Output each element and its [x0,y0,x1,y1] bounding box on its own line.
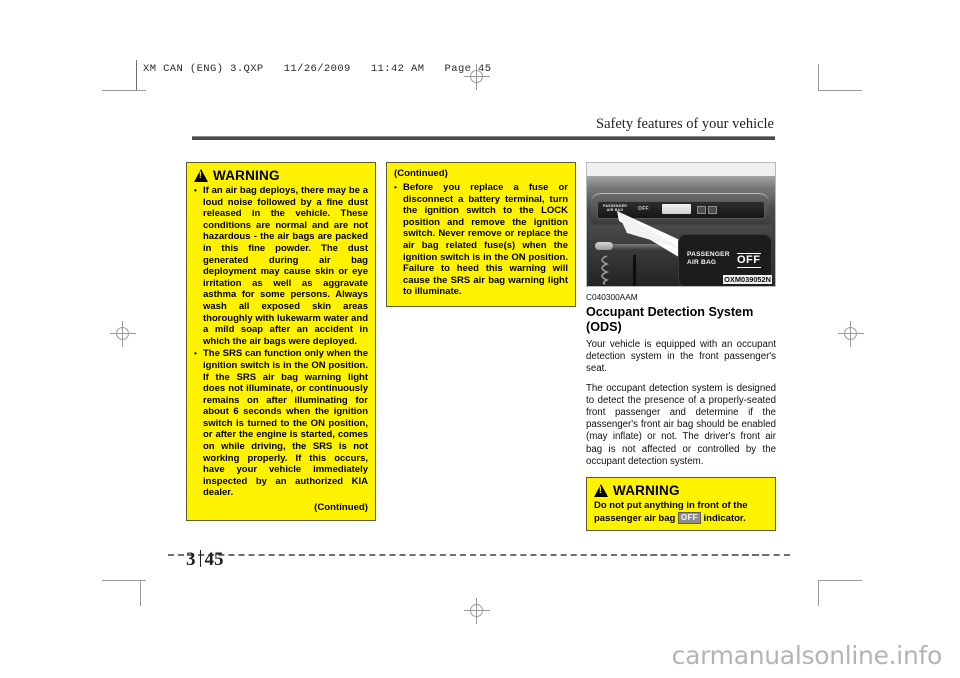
callout-label: PASSENGER AIR BAG [687,251,730,267]
corner-rule-br-h [818,580,862,581]
column-middle: (Continued) Before you replace a fuse or… [386,162,576,307]
warning-item: If an air bag deploys, there may be a lo… [194,184,368,347]
column-left: WARNING If an air bag deploys, there may… [186,162,376,522]
warning-list-left: If an air bag deploys, there may be a lo… [194,184,368,499]
warning-item: The SRS can function only when the ignit… [194,348,368,499]
warning-box-left: WARNING If an air bag deploys, there may… [186,162,376,522]
warning-right-text: Do not put anything in front of the pass… [594,500,768,524]
warning-continued-label: (Continued) [314,502,368,514]
site-watermark: carmanualsonline.info [671,641,943,670]
body-paragraph: Your vehicle is equipped with an occupan… [586,339,776,375]
column-right: PASSENGER AIR BAG OFF PASSENGER AIR BAG [586,162,776,532]
registration-circle [844,327,857,340]
registration-mark-left [110,321,136,347]
warning-continued-top-label: (Continued) [394,168,448,179]
corner-rule-br-v [818,580,819,606]
prepress-slug: XM CAN (ENG) 3.QXP 11/26/2009 11:42 AM P… [143,63,492,75]
callout-label-line2: AIR BAG [687,259,717,267]
body-paragraph: The occupant detection system is designe… [586,382,776,467]
warning-item: Before you replace a fuse or disconnect … [394,182,568,298]
page-sheet: XM CAN (ENG) 3.QXP 11/26/2009 11:42 AM P… [0,0,960,678]
running-head-rule [192,137,775,140]
warning-heading-left: WARNING [194,168,368,183]
footer-dashed-rule-right [640,554,790,557]
section-title-line2: (ODS) [586,319,622,334]
corner-rule-tr-h [818,64,819,90]
warning-box-right: WARNING Do not put anything in front of … [586,477,776,532]
registration-circle [470,604,483,617]
folio-separator [199,550,201,567]
warning-triangle-icon [594,484,608,498]
folio: 3 45 [186,548,224,571]
section-code: C040300AAM [586,292,638,302]
registration-circle [116,327,129,340]
slug-divider [136,60,137,90]
corner-rule-tl-h [102,90,146,91]
figure-id-label: OXM039052N [723,275,772,284]
callout-off-text: OFF [737,253,761,268]
warning-list-middle: Before you replace a fuse or disconnect … [394,182,568,298]
callout-label-line1: PASSENGER [687,251,730,258]
folio-page-number: 45 [204,549,224,570]
corner-rule-tr-h2 [818,90,862,91]
passenger-airbag-off-chip-icon: OFF [677,511,701,524]
running-head-title: Safety features of your vehicle [596,116,774,132]
folio-chapter: 3 [186,549,196,570]
registration-mark-bottom [464,598,490,624]
figure-passenger-airbag-off-indicator: PASSENGER AIR BAG OFF PASSENGER AIR BAG [586,162,776,287]
section-title: Occupant Detection System (ODS) [586,305,776,334]
warning-right-text-after: indicator. [703,512,746,524]
corner-rule-bl-v [140,580,141,606]
warning-box-middle: (Continued) Before you replace a fuse or… [386,162,576,307]
warning-title-text: WARNING [613,483,680,499]
warning-heading-right: WARNING [594,483,768,498]
warning-triangle-icon [194,169,208,182]
section-title-line1: Occupant Detection System [586,305,754,319]
registration-mark-right [838,321,864,347]
warning-title-text: WARNING [213,168,280,183]
